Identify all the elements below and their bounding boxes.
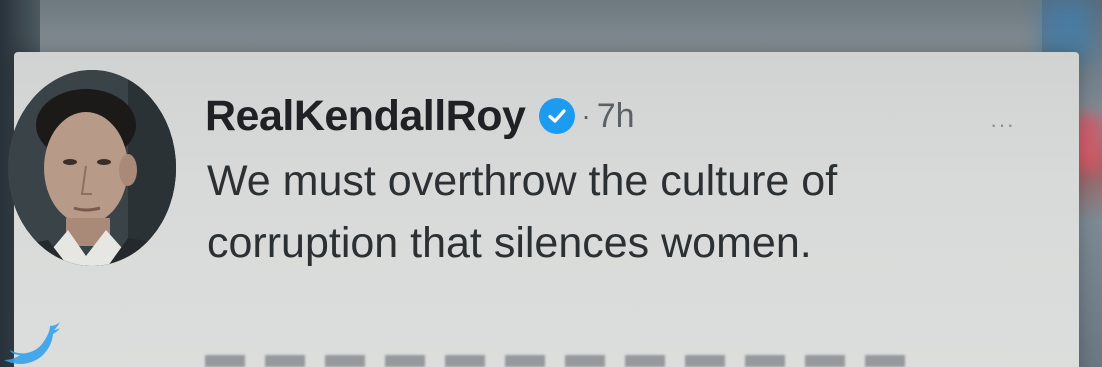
tweet-text: We must overthrow the culture of corrupt… [207,157,838,267]
avatar-portrait [8,70,176,266]
tweet-header: RealKendallRoy · 7h [205,86,635,146]
meta-separator: · [581,100,591,131]
twitter-bird-icon[interactable] [0,320,70,367]
next-tweet-preview [205,355,925,367]
background-blue-accent [1042,0,1092,60]
more-options-icon[interactable]: ··· [990,114,1015,136]
display-name[interactable]: RealKendallRoy [205,92,526,141]
timestamp[interactable]: 7h [597,97,635,136]
verified-badge-icon [539,98,576,134]
avatar[interactable] [8,70,176,266]
